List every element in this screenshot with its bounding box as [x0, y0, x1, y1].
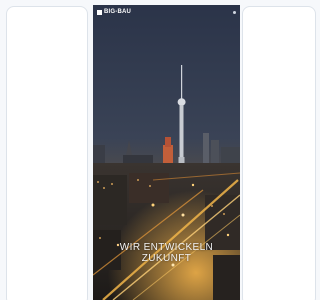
right-preview-card[interactable] — [242, 6, 316, 300]
brand-logo[interactable]: BIG-BAU — [97, 9, 131, 15]
app-topbar: BIG-BAU — [93, 5, 240, 19]
hero-line-2: ZUKUNFT — [141, 253, 192, 264]
phone-preview[interactable]: BIG-BAU WIR ENTWICKELN ZUKUNFT — [93, 5, 240, 300]
logo-text: BIG-BAU — [104, 9, 132, 15]
left-preview-card[interactable] — [6, 6, 88, 300]
hero-headline: WIR ENTWICKELN ZUKUNFT — [93, 242, 240, 264]
hero-line-1: WIR ENTWICKELN — [119, 242, 214, 253]
more-icon[interactable] — [233, 10, 236, 14]
logo-mark-icon — [97, 9, 102, 15]
preview-canvas: BIG-BAU WIR ENTWICKELN ZUKUNFT — [0, 0, 319, 300]
